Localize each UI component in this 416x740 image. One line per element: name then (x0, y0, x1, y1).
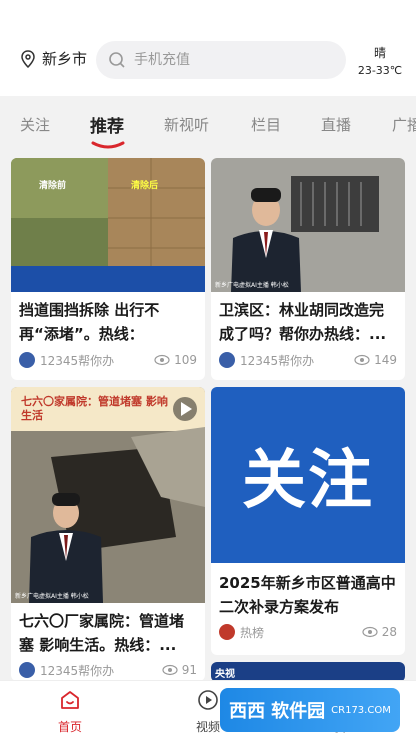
watermark-sub: 软件园 (271, 701, 326, 722)
view-number: 91 (181, 663, 197, 677)
view-count: 149 (354, 353, 397, 367)
news-card-peek[interactable]: 央视 (211, 662, 405, 682)
source-name: 12345帮你办 (240, 353, 315, 368)
location-pin-icon (21, 49, 35, 68)
tab-live[interactable]: 直播 (321, 114, 351, 135)
after-label: 清除后 (131, 181, 159, 191)
tab-columns[interactable]: 栏目 (251, 114, 281, 135)
weather-condition: 晴 (373, 46, 386, 60)
view-count: 91 (162, 663, 197, 677)
eye-icon (162, 664, 178, 676)
card-title: 挡道围挡拆除 出行不再“添堵”。热线：5820555 (19, 301, 160, 343)
tab-new-audiovisual[interactable]: 新视听 (164, 114, 209, 135)
card-title: 卫滨区：林业胡同改造完成了吗？帮你办热线：... (219, 301, 387, 343)
tab-follow[interactable]: 关注 (20, 114, 50, 135)
eye-icon (354, 354, 370, 366)
card-source: 12345帮你办 (219, 352, 354, 369)
before-label: 清除前 (39, 181, 67, 191)
peek-label: 央视 (215, 669, 235, 680)
card-source: 热榜 (219, 624, 362, 641)
card-title: 七六〇厂家属院：管道堵塞 影响生活。热线：... (19, 612, 185, 654)
source-avatar-icon (219, 352, 235, 368)
news-card[interactable]: 七六〇家属院：管道堵塞 影响生活 新乡广电虚拟AI主播 韩小松 七六〇厂家属院：… (11, 387, 205, 681)
tab-radio[interactable]: 广播 (392, 114, 416, 135)
card-thumbnail: 七六〇家属院：管道堵塞 影响生活 新乡广电虚拟AI主播 韩小松 (11, 387, 205, 603)
card-thumbnail: 关注 (211, 387, 405, 563)
top-header: 新乡市 晴 23-33℃ (0, 0, 416, 96)
channel-tabs: 关注 推荐 新视听 栏目 直播 广播 (0, 96, 416, 156)
view-count: 109 (154, 353, 197, 367)
source-avatar-icon (19, 352, 35, 368)
thumbnail-image (211, 158, 405, 292)
card-thumbnail: 新乡广电虚拟AI主播 韩小松 (211, 158, 405, 292)
card-thumbnail: 清除前 清除后 (11, 158, 205, 292)
weather-widget[interactable]: 晴 23-33℃ (352, 44, 408, 77)
eye-icon (362, 626, 378, 638)
nav-home[interactable]: 首页 (35, 689, 105, 735)
video-play-icon (198, 690, 218, 710)
thumb-headline: 关注 (242, 443, 374, 518)
card-meta: 12345帮你办 91 (19, 661, 197, 679)
card-meta: 12345帮你办 109 (19, 351, 197, 369)
watermark-domain: CR173.COM (331, 704, 391, 716)
home-icon (61, 691, 79, 709)
card-title: 2025年新乡市区普通高中二次补录方案发布 (219, 574, 396, 616)
source-name: 12345帮你办 (40, 353, 115, 368)
city-label: 新乡市 (42, 50, 88, 68)
location-selector[interactable]: 新乡市 (20, 48, 87, 69)
source-name: 12345帮你办 (40, 663, 115, 678)
thumb-banner: 七六〇家属院：管道堵塞 影响生活 (21, 395, 168, 422)
hot-list-icon (219, 624, 235, 640)
tab-recommend[interactable]: 推荐 (90, 112, 124, 137)
view-number: 109 (174, 353, 197, 367)
thumb-caption: 新乡广电虚拟AI主播 韩小松 (15, 593, 89, 600)
source-avatar-icon (19, 662, 35, 678)
card-source: 12345帮你办 (19, 352, 154, 369)
card-source: 12345帮你办 (19, 662, 162, 679)
card-meta: 热榜 28 (219, 623, 397, 641)
eye-icon (154, 354, 170, 366)
card-meta: 12345帮你办 149 (219, 351, 397, 369)
weather-temperature: 23-33℃ (357, 64, 403, 77)
news-card[interactable]: 新乡广电虚拟AI主播 韩小松 卫滨区：林业胡同改造完成了吗？帮你办热线：... … (211, 158, 405, 380)
search-input[interactable] (134, 52, 324, 68)
news-card[interactable]: 关注 2025年新乡市区普通高中二次补录方案发布 热榜 28 (211, 387, 405, 655)
view-number: 28 (381, 625, 397, 639)
active-tab-indicator (91, 141, 125, 149)
view-number: 149 (374, 353, 397, 367)
source-name: 热榜 (240, 625, 265, 640)
view-count: 28 (362, 625, 397, 639)
watermark-text: 西西 (229, 701, 266, 722)
site-watermark: 西西 软件园 CR173.COM (220, 688, 400, 732)
thumb-caption: 新乡广电虚拟AI主播 韩小松 (215, 282, 289, 289)
search-icon (109, 52, 125, 68)
news-card[interactable]: 清除前 清除后 挡道围挡拆除 出行不再“添堵”。热线：5820555 12345… (11, 158, 205, 380)
search-bar[interactable] (96, 41, 346, 79)
nav-home-label: 首页 (57, 720, 82, 734)
